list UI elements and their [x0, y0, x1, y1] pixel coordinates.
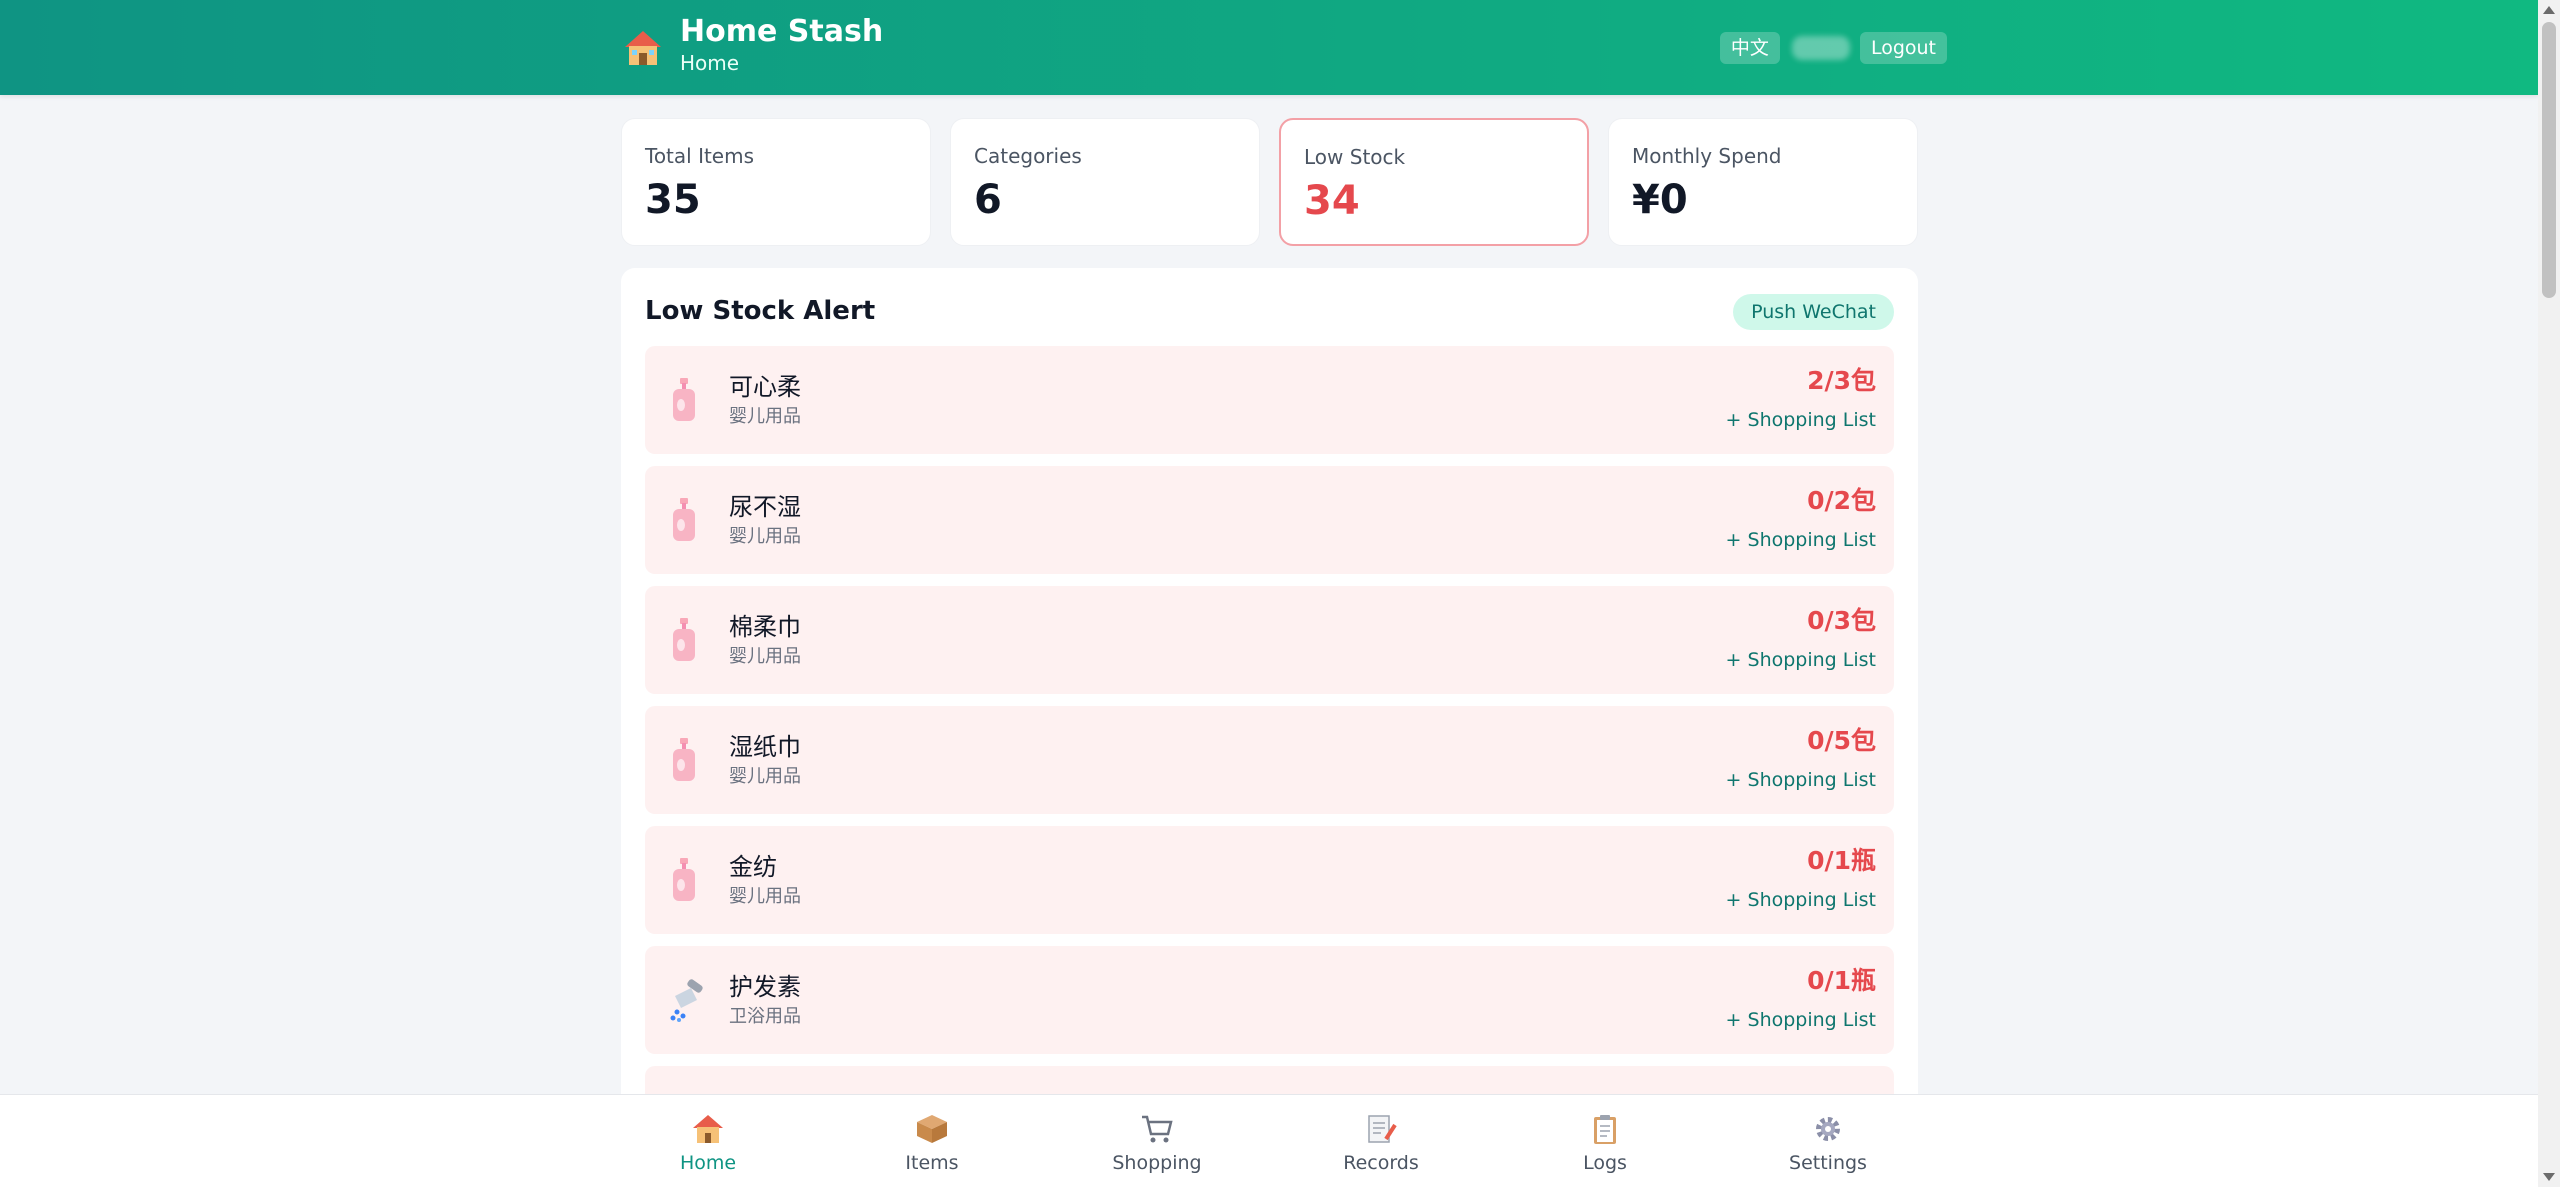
item-category: 卫浴用品	[729, 1006, 801, 1027]
nav-label: Shopping	[1112, 1152, 1202, 1174]
lotion-bottle-icon	[669, 858, 699, 902]
nav-records[interactable]: Records	[1311, 1113, 1451, 1175]
memo-icon	[1364, 1113, 1398, 1145]
bottom-nav: Home Items Shopping Records Logs Setting…	[0, 1094, 2538, 1187]
cart-icon	[1140, 1113, 1174, 1145]
item-quantity: 2/3包	[1807, 366, 1876, 395]
item-category: 婴儿用品	[729, 646, 801, 667]
item-category: 婴儿用品	[729, 406, 801, 427]
stat-label: Monthly Spend	[1632, 144, 1782, 168]
add-to-shopping-list-link[interactable]: + Shopping List	[1726, 888, 1876, 912]
item-quantity: 0/2包	[1807, 486, 1876, 515]
list-item[interactable]: 棉柔巾 婴儿用品 0/3包 + Shopping List	[645, 586, 1894, 694]
language-button[interactable]: 中文	[1719, 32, 1780, 64]
nav-label: Logs	[1583, 1152, 1627, 1174]
push-wechat-button[interactable]: Push WeChat	[1733, 294, 1894, 330]
username-blurred	[1791, 36, 1850, 60]
item-name: 护发素	[729, 973, 801, 1001]
panel-title: Low Stock Alert	[645, 296, 876, 326]
stat-value: ¥0	[1632, 177, 1688, 223]
item-name: 金纺	[729, 853, 777, 881]
clipboard-icon	[1588, 1113, 1622, 1145]
lotion-bottle-icon	[669, 738, 699, 782]
app-header: Home Stash Home 中文 Logout	[0, 0, 2538, 95]
stat-label: Low Stock	[1304, 145, 1406, 169]
nav-label: Settings	[1789, 1152, 1867, 1174]
package-icon	[915, 1113, 949, 1145]
add-to-shopping-list-link[interactable]: + Shopping List	[1726, 648, 1876, 672]
header-actions: 中文 Logout	[1710, 32, 1947, 64]
scroll-down-icon[interactable]	[2543, 1173, 2555, 1181]
page-scrollbar[interactable]	[2538, 0, 2560, 1187]
stat-low-stock[interactable]: Low Stock 34	[1279, 118, 1589, 246]
item-name: 棉柔巾	[729, 613, 801, 641]
item-quantity: 0/1瓶	[1807, 846, 1876, 875]
lotion-bottle-icon	[669, 378, 699, 422]
logout-button[interactable]: Logout	[1859, 32, 1947, 64]
stat-label: Total Items	[645, 144, 755, 168]
nav-logs[interactable]: Logs	[1535, 1113, 1675, 1175]
low-stock-list: 可心柔 婴儿用品 2/3包 + Shopping List 尿不湿 婴儿用品 0…	[645, 346, 1894, 1148]
list-item[interactable]: 可心柔 婴儿用品 2/3包 + Shopping List	[645, 346, 1894, 454]
stat-value: 35	[645, 177, 701, 223]
item-name: 尿不湿	[729, 493, 801, 521]
item-quantity: 0/3包	[1807, 606, 1876, 635]
nav-label: Items	[905, 1152, 959, 1174]
list-item[interactable]: 护发素 卫浴用品 0/1瓶 + Shopping List	[645, 946, 1894, 1054]
item-name: 湿纸巾	[729, 733, 801, 761]
house-icon	[622, 27, 664, 69]
stats-row: Total Items 35 Categories 6 Low Stock 34…	[621, 118, 1918, 246]
lotion-bottle-icon	[669, 618, 699, 662]
item-category: 婴儿用品	[729, 526, 801, 547]
house-icon	[691, 1113, 725, 1145]
gear-icon	[1811, 1113, 1845, 1145]
lotion-bottle-icon	[669, 498, 699, 542]
stat-value: 34	[1304, 178, 1360, 224]
list-item[interactable]: 湿纸巾 婴儿用品 0/5包 + Shopping List	[645, 706, 1894, 814]
stat-monthly-spend[interactable]: Monthly Spend ¥0	[1608, 118, 1918, 246]
item-quantity: 0/1瓶	[1807, 966, 1876, 995]
item-quantity: 0/5包	[1807, 726, 1876, 755]
stat-value: 6	[974, 177, 1002, 223]
shower-icon	[669, 978, 703, 1022]
nav-settings[interactable]: Settings	[1758, 1113, 1898, 1175]
add-to-shopping-list-link[interactable]: + Shopping List	[1726, 768, 1876, 792]
brand: Home Stash Home	[622, 14, 883, 76]
stat-categories[interactable]: Categories 6	[950, 118, 1260, 246]
nav-label: Records	[1343, 1152, 1419, 1174]
nav-home[interactable]: Home	[638, 1113, 778, 1175]
item-category: 婴儿用品	[729, 766, 801, 787]
stat-label: Categories	[974, 144, 1082, 168]
app-title: Home Stash	[680, 14, 884, 49]
add-to-shopping-list-link[interactable]: + Shopping List	[1726, 408, 1876, 432]
list-item[interactable]: 金纺 婴儿用品 0/1瓶 + Shopping List	[645, 826, 1894, 934]
item-category: 婴儿用品	[729, 886, 801, 907]
nav-shopping[interactable]: Shopping	[1087, 1113, 1227, 1175]
nav-items[interactable]: Items	[862, 1113, 1002, 1175]
low-stock-panel: Low Stock Alert Push WeChat 可心柔 婴儿用品 2/3…	[621, 268, 1918, 1148]
scroll-thumb[interactable]	[2542, 22, 2556, 298]
nav-label: Home	[679, 1152, 737, 1174]
list-item[interactable]: 尿不湿 婴儿用品 0/2包 + Shopping List	[645, 466, 1894, 574]
page-subtitle: Home	[680, 51, 740, 75]
scroll-up-icon[interactable]	[2543, 6, 2555, 14]
add-to-shopping-list-link[interactable]: + Shopping List	[1726, 528, 1876, 552]
add-to-shopping-list-link[interactable]: + Shopping List	[1726, 1008, 1876, 1032]
item-name: 可心柔	[729, 373, 801, 401]
stat-total-items[interactable]: Total Items 35	[621, 118, 931, 246]
